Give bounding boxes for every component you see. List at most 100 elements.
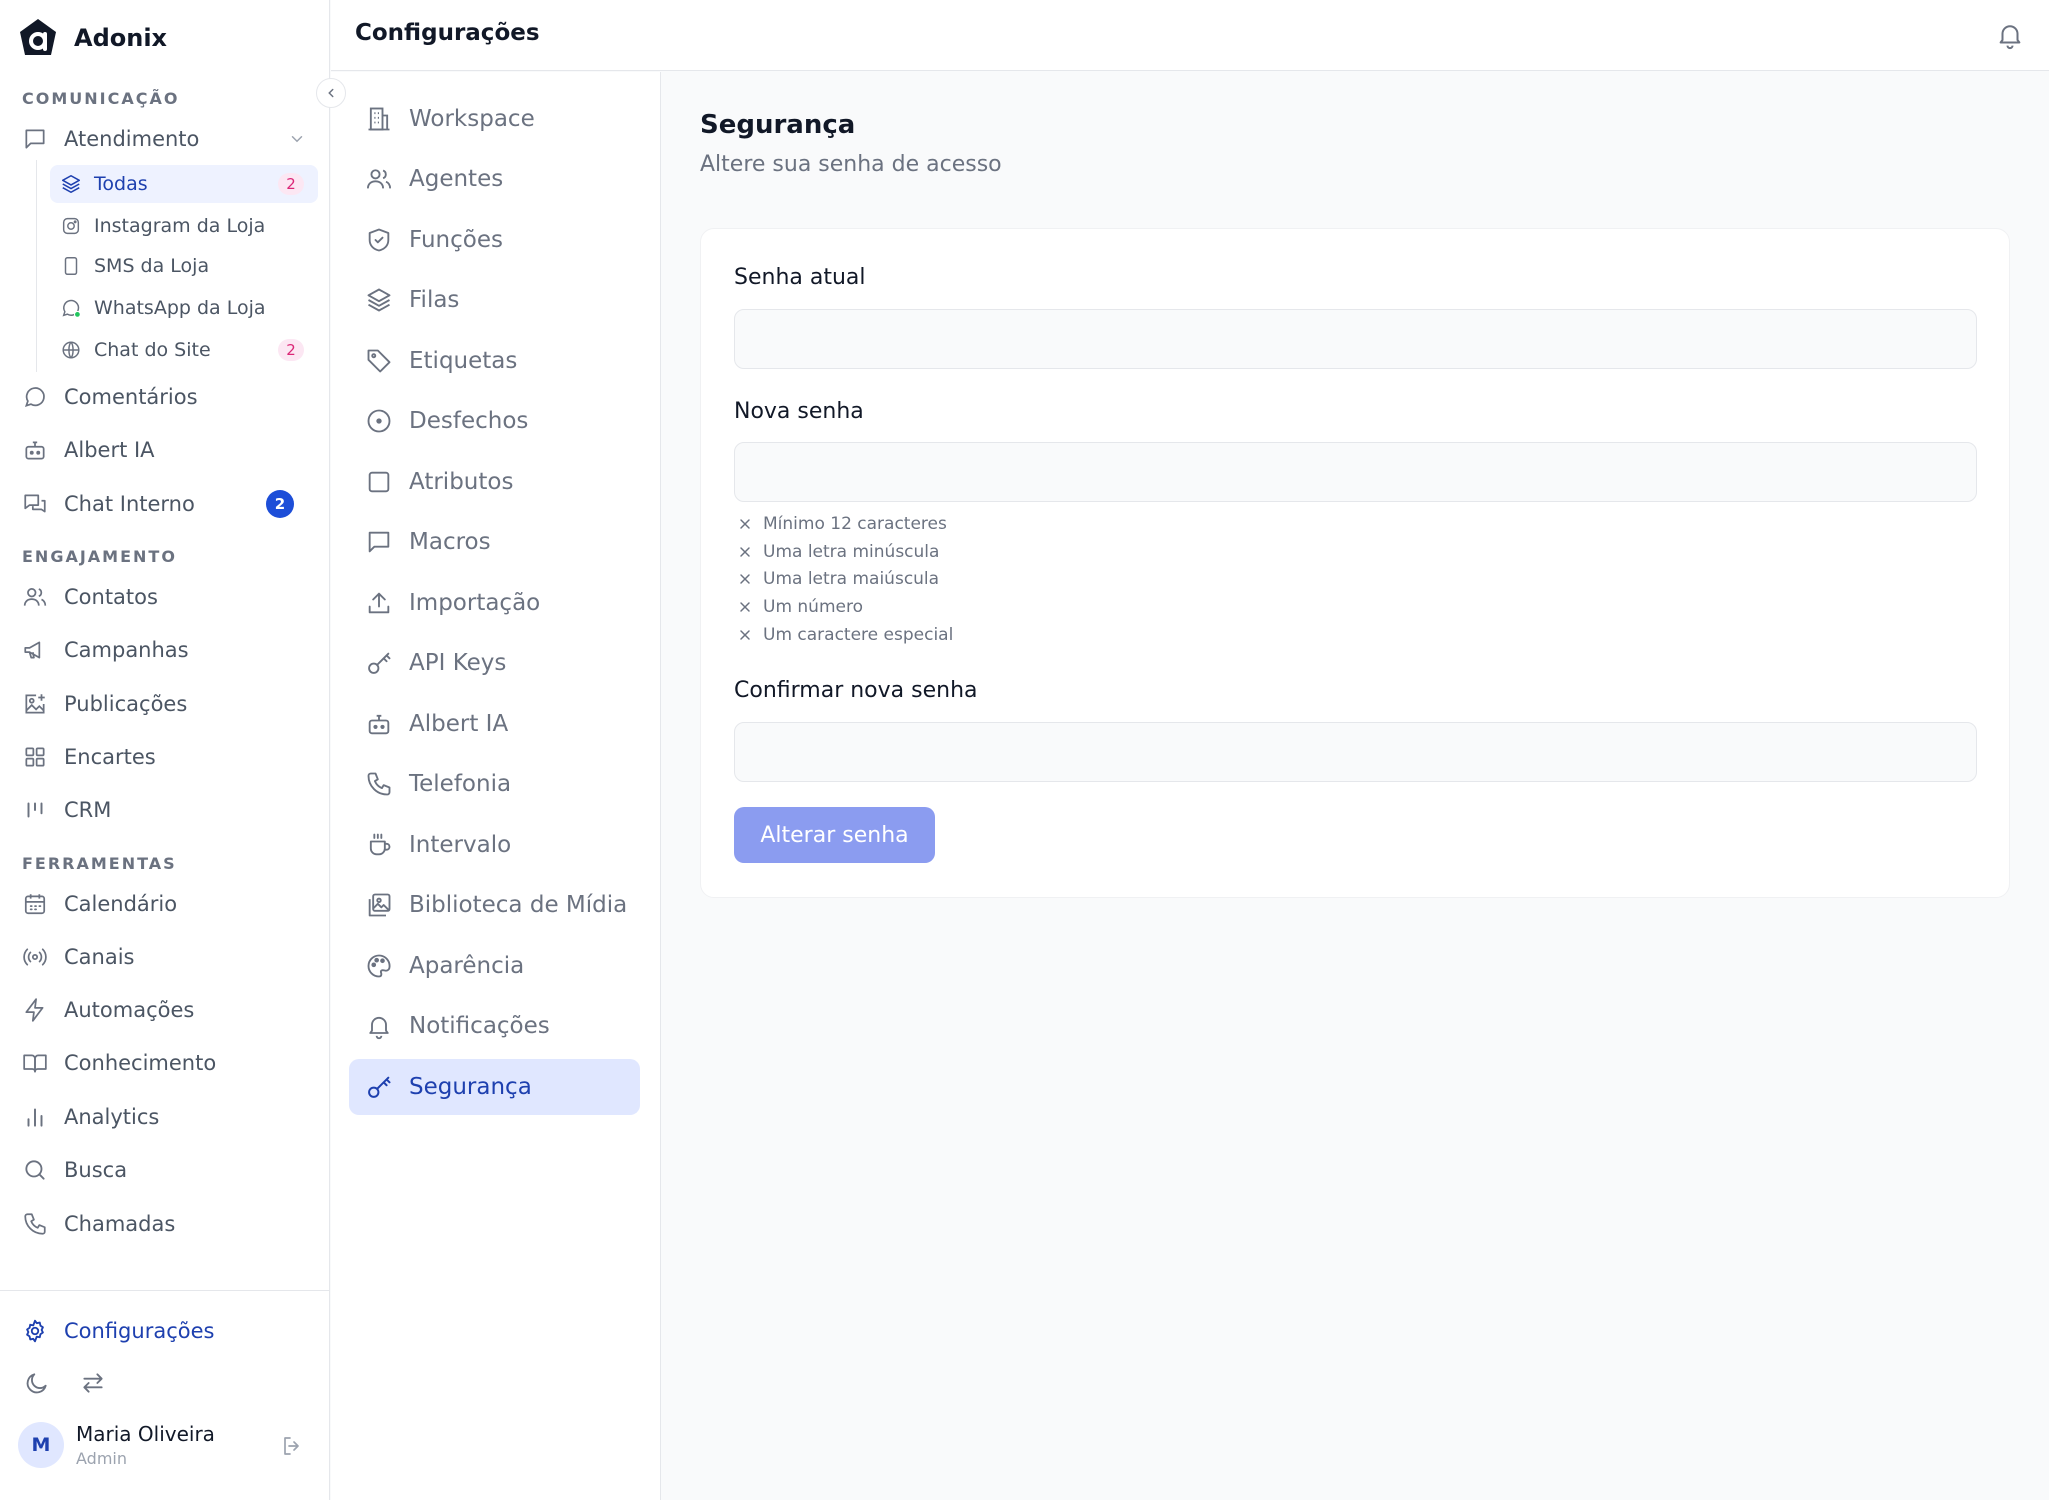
settings-item-funcoes[interactable]: Funções	[349, 212, 640, 268]
sidebar-item-busca[interactable]: Busca	[18, 1148, 318, 1192]
settings-item-filas[interactable]: Filas	[349, 272, 640, 328]
settings-item-label: Telefonia	[409, 771, 512, 797]
logout-button[interactable]	[278, 1432, 306, 1460]
sidebar-subitem-label: Todas	[94, 173, 148, 195]
settings-item-label: Biblioteca de Mídia	[409, 892, 628, 918]
phone-icon	[367, 772, 391, 796]
sidebar-item-label: Publicações	[64, 692, 188, 716]
sidebar-item-configuracoes[interactable]: Configurações	[18, 1309, 318, 1353]
sidebar-item-conhecimento[interactable]: Conhecimento	[18, 1041, 318, 1085]
settings-item-label: Albert IA	[409, 711, 509, 737]
users-icon	[23, 588, 47, 606]
confirm-password-field[interactable]	[734, 722, 1977, 782]
settings-item-notificacoes[interactable]: Notificações	[349, 998, 640, 1054]
theme-toggle-button[interactable]	[22, 1368, 52, 1398]
change-password-button[interactable]: Alterar senha	[734, 807, 935, 863]
sidebar-item-automacoes[interactable]: Automações	[18, 988, 318, 1032]
sidebar-subitem-chat-site[interactable]: Chat do Site 2	[50, 331, 318, 369]
sidebar-item-publicacoes[interactable]: Publicações	[18, 682, 318, 726]
password-requirement: Mínimo 12 caracteres	[737, 514, 947, 534]
settings-item-albert-ia[interactable]: Albert IA	[349, 696, 640, 752]
settings-item-biblioteca-midia[interactable]: Biblioteca de Mídia	[349, 877, 640, 933]
settings-item-macros[interactable]: Macros	[349, 514, 640, 570]
sidebar-subitem-label: Instagram da Loja	[94, 215, 266, 237]
section-label-comunicacao: COMUNICAÇÃO	[22, 89, 180, 108]
settings-item-intervalo[interactable]: Intervalo	[349, 817, 640, 873]
layers-icon	[367, 288, 391, 312]
requirement-text: Uma letra maiúscula	[763, 569, 940, 589]
sidebar-item-encartes[interactable]: Encartes	[18, 735, 318, 779]
settings-item-desfechos[interactable]: Desfechos	[349, 393, 640, 449]
user-role: Admin	[76, 1449, 127, 1468]
current-password-field[interactable]	[734, 309, 1977, 369]
settings-item-label: API Keys	[409, 650, 507, 676]
arrows-swap-icon	[83, 1373, 103, 1393]
settings-item-label: Etiquetas	[409, 348, 518, 374]
sidebar-item-chat-interno[interactable]: Chat Interno 2	[18, 482, 318, 526]
sidebar-item-campanhas[interactable]: Campanhas	[18, 628, 318, 672]
sidebar-item-calendario[interactable]: Calendário	[18, 882, 318, 926]
settings-item-workspace[interactable]: Workspace	[349, 91, 640, 147]
password-requirement: Uma letra minúscula	[737, 542, 939, 562]
settings-item-importacao[interactable]: Importação	[349, 575, 640, 631]
password-requirement: Um número	[737, 597, 863, 617]
x-icon	[740, 574, 750, 584]
settings-nav: Workspace Agentes Funções Filas Etiqueta…	[331, 72, 661, 1500]
palette-icon	[367, 954, 391, 978]
user-profile[interactable]: M Maria Oliveira Admin	[18, 1422, 215, 1468]
sidebar-item-comentarios[interactable]: Comentários	[18, 375, 318, 419]
chevron-down-icon[interactable]	[288, 130, 306, 148]
settings-item-api-keys[interactable]: API Keys	[349, 635, 640, 691]
sidebar-item-label: CRM	[64, 798, 112, 822]
instagram-icon	[62, 217, 80, 235]
sidebar-item-label: Analytics	[64, 1105, 160, 1129]
grid-icon	[25, 747, 45, 767]
settings-item-label: Workspace	[409, 106, 535, 132]
sidebar-subitem-whatsapp[interactable]: WhatsApp da Loja	[50, 289, 318, 327]
settings-item-aparencia[interactable]: Aparência	[349, 938, 640, 994]
shield-check-icon	[368, 228, 390, 252]
sidebar-item-label: Chamadas	[64, 1212, 176, 1236]
sidebar-item-chamadas[interactable]: Chamadas	[18, 1202, 318, 1246]
settings-item-telefonia[interactable]: Telefonia	[349, 756, 640, 812]
collapse-sidebar-button[interactable]	[316, 78, 346, 108]
settings-item-seguranca[interactable]: Segurança	[349, 1059, 640, 1115]
settings-item-agentes[interactable]: Agentes	[349, 151, 640, 207]
settings-icon	[26, 1319, 44, 1343]
sidebar-item-label: Atendimento	[64, 127, 200, 151]
adonix-logo-icon	[20, 19, 56, 55]
bar-chart-icon	[27, 1108, 43, 1127]
password-requirement: Um caractere especial	[737, 625, 953, 645]
sidebar-item-contatos[interactable]: Contatos	[18, 575, 318, 619]
requirement-text: Um número	[763, 597, 863, 617]
bell-icon	[369, 1016, 389, 1040]
sidebar-subitem-sms[interactable]: SMS da Loja	[50, 247, 318, 285]
sidebar-subitem-todas[interactable]: Todas 2	[50, 165, 318, 203]
sidebar-item-label: Busca	[64, 1158, 128, 1182]
bell-icon[interactable]	[1995, 20, 2025, 50]
section-label-ferramentas: FERRAMENTAS	[22, 854, 177, 873]
settings-item-label: Segurança	[409, 1074, 532, 1100]
requirement-text: Um caractere especial	[763, 625, 954, 645]
sidebar-subitem-instagram[interactable]: Instagram da Loja	[50, 207, 318, 245]
security-panel: Segurança Altere sua senha de acesso Sen…	[700, 110, 2010, 898]
messages-icon	[24, 494, 46, 513]
sidebar-item-crm[interactable]: CRM	[18, 788, 318, 832]
new-password-field[interactable]	[734, 442, 1977, 502]
x-icon	[740, 519, 750, 529]
settings-item-atributos[interactable]: Atributos	[349, 454, 640, 510]
sidebar-item-atendimento[interactable]: Atendimento	[18, 117, 318, 161]
sidebar-item-label: Configurações	[64, 1319, 215, 1343]
sidebar-item-albert-ia[interactable]: Albert IA	[18, 428, 318, 472]
switch-workspace-button[interactable]	[78, 1368, 108, 1398]
settings-item-label: Intervalo	[409, 832, 512, 858]
settings-item-label: Importação	[409, 590, 541, 616]
sidebar-item-label: Canais	[64, 945, 135, 969]
sidebar-item-analytics[interactable]: Analytics	[18, 1095, 318, 1139]
kanban-icon	[27, 802, 43, 818]
sidebar-item-canais[interactable]: Canais	[18, 935, 318, 979]
settings-item-etiquetas[interactable]: Etiquetas	[349, 333, 640, 389]
zap-icon	[25, 998, 44, 1022]
brand[interactable]: Adonix	[18, 18, 167, 58]
requirement-text: Uma letra minúscula	[763, 542, 940, 562]
